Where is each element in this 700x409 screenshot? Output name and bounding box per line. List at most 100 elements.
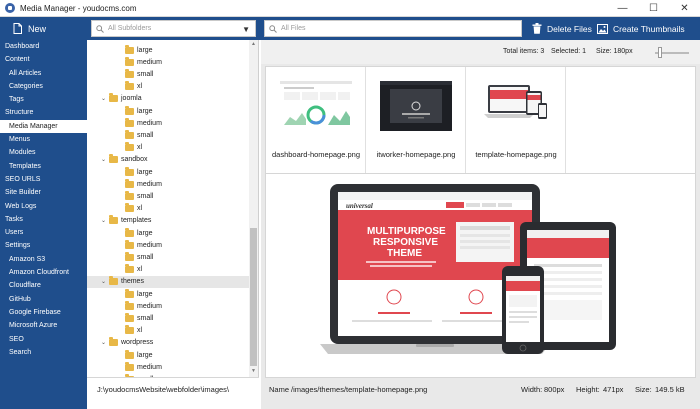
search-icon [269,24,277,33]
folder-icon [125,312,134,322]
folder-tree-item[interactable]: xl [87,203,250,215]
delete-files-button[interactable]: Delete Files [532,20,592,37]
chevron-down-icon[interactable]: ⌄ [101,95,109,102]
folder-tree-item[interactable]: ⌄ joomla [87,93,250,105]
chevron-down-icon[interactable]: ⌄ [101,278,109,285]
scroll-up-icon[interactable]: ▲ [250,41,257,49]
folder-tree-item[interactable]: ⌄ wordpress [87,337,250,349]
folder-tree-item[interactable]: small [87,129,250,141]
folder-icon [125,203,134,213]
sidebar-item-all-articles[interactable]: All Articles [0,67,87,80]
folder-tree-item[interactable]: medium [87,178,250,190]
sidebar-item-seo-urls[interactable]: SEO URLS [0,173,87,186]
height-value: 471px [603,385,624,394]
folder-tree-item[interactable]: medium [87,239,250,251]
sidebar-item-tags[interactable]: Tags [0,93,87,106]
new-document-icon [13,23,22,34]
folder-tree-item[interactable]: small [87,68,250,80]
folder-tree-item[interactable]: large [87,227,250,239]
itworker-thumbnail-image [380,81,452,131]
sidebar-item-google-firebase[interactable]: Google Firebase [0,306,87,319]
sidebar-item-site-builder[interactable]: Site Builder [0,186,87,199]
new-button[interactable]: New [13,20,46,37]
sidebar-item-modules[interactable]: Modules [0,146,87,159]
chevron-down-icon[interactable]: ⌄ [101,156,109,163]
folder-tree-scrollbar[interactable]: ▲ ▼ [249,40,258,377]
folder-tree-item[interactable]: xl [87,264,250,276]
thumbnail-size-slider-handle[interactable] [658,47,662,58]
new-button-label: New [28,23,47,34]
folder-label: medium [137,180,162,188]
folder-tree-item[interactable]: large [87,288,250,300]
folder-label: small [137,314,154,322]
close-button[interactable]: ✕ [669,0,700,17]
folder-tree-item[interactable]: xl [87,81,250,93]
folder-tree-item[interactable]: large [87,349,250,361]
folder-label: small [137,131,154,139]
files-search-placeholder: All Files [281,25,306,32]
sidebar-item-media-manager[interactable]: Media Manager [0,119,87,134]
sidebar-item-tasks[interactable]: Tasks [0,213,87,226]
file-name: itworker-homepage.png [376,150,456,159]
folder-tree-item[interactable]: small [87,312,250,324]
sidebar-item-categories[interactable]: Categories [0,80,87,93]
minimize-button[interactable]: — [607,0,638,17]
scroll-down-icon[interactable]: ▼ [250,368,257,376]
folder-tree-item[interactable]: medium [87,117,250,129]
width-label: Width: [521,385,543,394]
folder-tree-item[interactable]: ⌄ themes [87,275,250,288]
scrollbar-thumb[interactable] [250,228,257,366]
sidebar-item-users[interactable]: Users [0,226,87,239]
window-controls: — ☐ ✕ [607,0,700,17]
folder-label: xl [137,205,143,213]
sidebar-item-github[interactable]: GitHub [0,293,87,306]
sidebar-item-cloudflare[interactable]: Cloudflare [0,279,87,292]
folder-label: medium [137,58,162,66]
folder-tree-item[interactable]: large [87,166,250,178]
folder-tree-item[interactable]: medium [87,56,250,68]
template-homepage-preview-image: universal MULTIPURPOSE RESPONSIVE THEME [320,184,616,354]
folder-tree-item[interactable]: xl [87,142,250,154]
sidebar-item-dashboard[interactable]: Dashboard [0,40,87,53]
folder-icon [125,81,134,91]
folder-tree-item[interactable]: medium [87,361,250,373]
folder-tree-item[interactable]: xl [87,325,250,337]
sidebar-item-menus[interactable]: Menus [0,133,87,146]
sidebar-item-search[interactable]: Search [0,346,87,359]
folder-tree-item[interactable]: ⌄ sandbox [87,154,250,166]
folder-tree-item[interactable]: large [87,105,250,117]
folder-tree-item[interactable]: small [87,190,250,202]
sidebar-item-settings[interactable]: Settings [0,239,87,252]
folder-icon [109,93,118,103]
sidebar-item-content[interactable]: Content [0,53,87,66]
chevron-down-icon[interactable]: ⌄ [101,217,109,224]
folder-icon [109,276,118,286]
folder-label: templates [121,217,152,225]
folder-tree-item[interactable]: ⌄ templates [87,215,250,227]
sidebar-item-amazon-s3[interactable]: Amazon S3 [0,253,87,266]
sidebar-item-amazon-cloudfront[interactable]: Amazon Cloudfront [0,266,87,279]
width-value: 800px [544,385,565,394]
folder-icon [125,264,134,274]
sidebar-item-structure[interactable]: Structure [0,106,87,119]
folder-icon [125,166,134,176]
maximize-button[interactable]: ☐ [638,0,669,17]
size-value: 149.5 kB [655,385,685,394]
sidebar-item-templates[interactable]: Templates [0,160,87,173]
sidebar-item-seo[interactable]: SEO [0,333,87,346]
folder-label: medium [137,119,162,127]
chevron-down-icon[interactable]: ⌄ [101,339,109,346]
folder-label: small [137,253,154,261]
create-thumbnails-button[interactable]: Create Thumbnails [597,20,685,37]
subfolder-filter-select[interactable]: All Subfolders ▼ [91,20,256,37]
trash-icon [532,23,542,34]
preview-headline-1: MULTIPURPOSE [367,226,446,237]
folder-icon [125,349,134,359]
files-search-input[interactable]: All Files [264,20,522,37]
sidebar-item-microsoft-azure[interactable]: Microsoft Azure [0,319,87,332]
folder-tree-item[interactable]: medium [87,300,250,312]
sidebar-item-web-logs[interactable]: Web Logs [0,200,87,213]
folder-label: xl [137,144,143,152]
folder-tree-item[interactable]: small [87,251,250,263]
folder-tree-item[interactable]: large [87,44,250,56]
